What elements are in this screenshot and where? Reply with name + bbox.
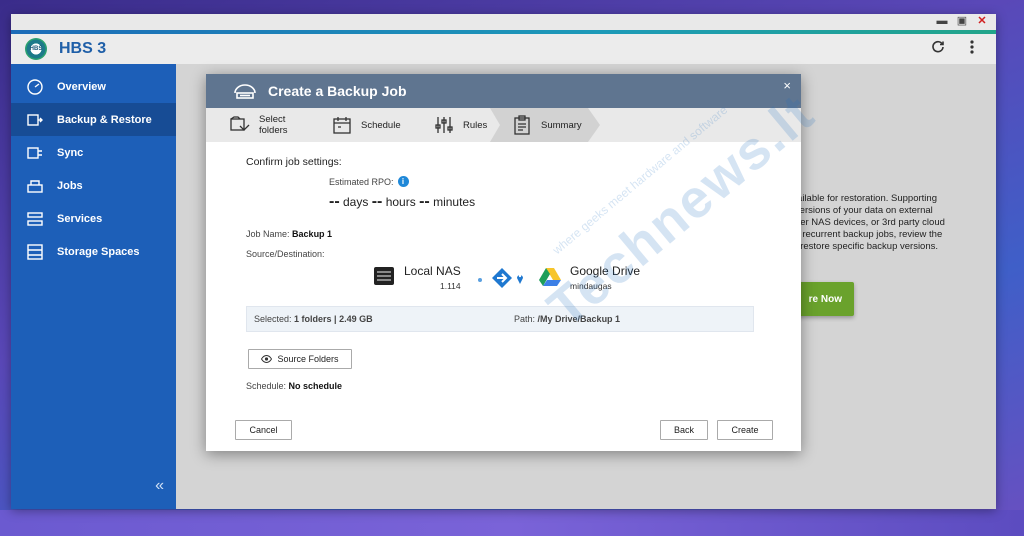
sidebar: Overview Backup & Restore Sync Jobs Serv… (11, 64, 176, 509)
eye-icon (261, 355, 273, 363)
back-button[interactable]: Back (660, 420, 708, 440)
app-header: HBS HBS 3 (11, 34, 996, 64)
dialog-header: Create a Backup Job × (206, 74, 801, 108)
connection-dot (478, 278, 482, 282)
storage-spaces-icon (25, 242, 45, 262)
destination-name: Google Drive (570, 264, 641, 278)
logo-text: HBS (29, 46, 43, 52)
sidebar-item-services[interactable]: Services (11, 202, 176, 235)
selection-summary-bar: Selected: 1 folders | 2.49 GB Path: /My … (246, 306, 754, 332)
clipboard-icon (512, 115, 532, 135)
rpo-value: -- days -- hours -- minutes (329, 193, 475, 211)
create-backup-job-dialog: Create a Backup Job × Select folders Sch… (206, 74, 826, 451)
refresh-icon[interactable] (930, 40, 946, 58)
source-folders-label: Source Folders (277, 354, 339, 364)
source-address: 1.114 (440, 281, 461, 291)
sidebar-item-label: Storage Spaces (57, 245, 140, 258)
bg-text-line: available for restoration. Supporting (787, 193, 937, 204)
window-titlebar: ▬ ▣ ✕ (11, 14, 996, 30)
desktop-background (0, 510, 1024, 536)
select-folders-icon (230, 115, 250, 135)
step-rules[interactable]: Rules (408, 108, 490, 142)
sidebar-item-jobs[interactable]: Jobs (11, 169, 176, 202)
step-label: Summary (541, 119, 582, 131)
more-vertical-icon[interactable] (964, 40, 980, 58)
selected-label: Selected: (254, 314, 292, 324)
source-destination-diagram: Local NAS 1.114 Google Drive mindaugas (374, 264, 674, 294)
step-schedule[interactable]: Schedule (316, 108, 408, 142)
sidebar-item-backup-restore[interactable]: Backup & Restore (11, 103, 176, 136)
sidebar-item-label: Services (57, 212, 103, 225)
cancel-button[interactable]: Cancel (235, 420, 292, 440)
sidebar-item-label: Overview (57, 80, 106, 93)
source-destination-label: Source/Destination: (246, 249, 325, 259)
bg-text-line: other NAS devices, or 3rd party cloud (787, 217, 945, 228)
rpo-label: Estimated RPO: (329, 176, 394, 187)
path-label: Path: (514, 314, 536, 324)
maximize-button[interactable]: ▣ (956, 15, 968, 27)
rpo-hours-value: -- (371, 193, 383, 210)
confirm-heading: Confirm job settings: (246, 156, 342, 168)
backup-job-icon (232, 81, 258, 101)
path-value: /My Drive/Backup 1 (537, 314, 621, 324)
sidebar-item-overview[interactable]: Overview (11, 70, 176, 103)
services-icon (25, 209, 45, 229)
sidebar-item-sync[interactable]: Sync (11, 136, 176, 169)
job-name-row: Job Name: Backup 1 (246, 229, 332, 239)
schedule-row: Schedule: No schedule (246, 381, 342, 391)
source-folders-button[interactable]: Source Folders (248, 349, 352, 369)
backup-restore-icon (25, 110, 45, 130)
minimize-button[interactable]: ▬ (936, 15, 948, 27)
jobs-icon (25, 176, 45, 196)
calendar-icon (332, 115, 352, 135)
step-label: Rules (463, 119, 488, 131)
bg-text-line: nd restore specific backup versions. (787, 241, 939, 252)
rpo-label-row: Estimated RPO: i (329, 176, 409, 187)
job-name-label: Job Name: (246, 229, 290, 239)
sidebar-item-label: Jobs (57, 179, 83, 192)
selected-info: Selected: 1 folders | 2.49 GB (254, 314, 373, 324)
app-title: HBS 3 (59, 40, 107, 57)
path-info: Path: /My Drive/Backup 1 (514, 314, 620, 324)
dialog-close-icon[interactable]: × (783, 78, 791, 93)
create-button[interactable]: Create (717, 420, 773, 440)
rpo-minutes-value: -- (419, 193, 430, 210)
rpo-minutes-unit: minutes (433, 195, 476, 209)
step-select-folders[interactable]: Select folders (206, 108, 316, 142)
bg-text-line: p versions of your data on external (787, 205, 933, 216)
schedule-label: Schedule: (246, 381, 287, 391)
source-name: Local NAS (404, 264, 461, 278)
rpo-days-value: -- (329, 193, 340, 210)
background-description: available for restoration. Supporting p … (787, 193, 977, 253)
sidebar-item-label: Backup & Restore (57, 113, 152, 126)
selected-value: 1 folders | 2.49 GB (294, 314, 373, 324)
hbs-logo: HBS (25, 38, 47, 60)
close-window-button[interactable]: ✕ (976, 15, 988, 27)
sidebar-item-storage-spaces[interactable]: Storage Spaces (11, 235, 176, 268)
step-label: Schedule (361, 119, 401, 131)
rpo-days-unit: days (343, 195, 369, 209)
overview-icon (25, 77, 45, 97)
sliders-icon (434, 115, 454, 135)
step-label: Select folders (259, 114, 288, 136)
collapse-sidebar-button[interactable]: « (155, 477, 164, 495)
sync-icon (25, 143, 45, 163)
nas-icon (374, 267, 394, 285)
wizard-steps: Select folders Schedule Rules Summary (206, 108, 801, 142)
bg-text-line: ple recurrent backup jobs, review the (787, 229, 943, 240)
rpo-hours-unit: hours (385, 195, 416, 209)
dialog-body: Confirm job settings: Estimated RPO: i -… (206, 83, 826, 451)
dialog-title: Create a Backup Job (268, 83, 407, 99)
schedule-value: No schedule (288, 381, 343, 391)
job-name-value: Backup 1 (292, 229, 333, 239)
info-icon[interactable]: i (397, 176, 409, 187)
sidebar-item-label: Sync (57, 146, 84, 159)
google-drive-icon (539, 268, 561, 286)
transfer-arrow-icon (492, 268, 512, 288)
destination-account: mindaugas (570, 281, 612, 291)
location-pin-icon (517, 274, 523, 284)
step-summary[interactable]: Summary (490, 108, 600, 142)
